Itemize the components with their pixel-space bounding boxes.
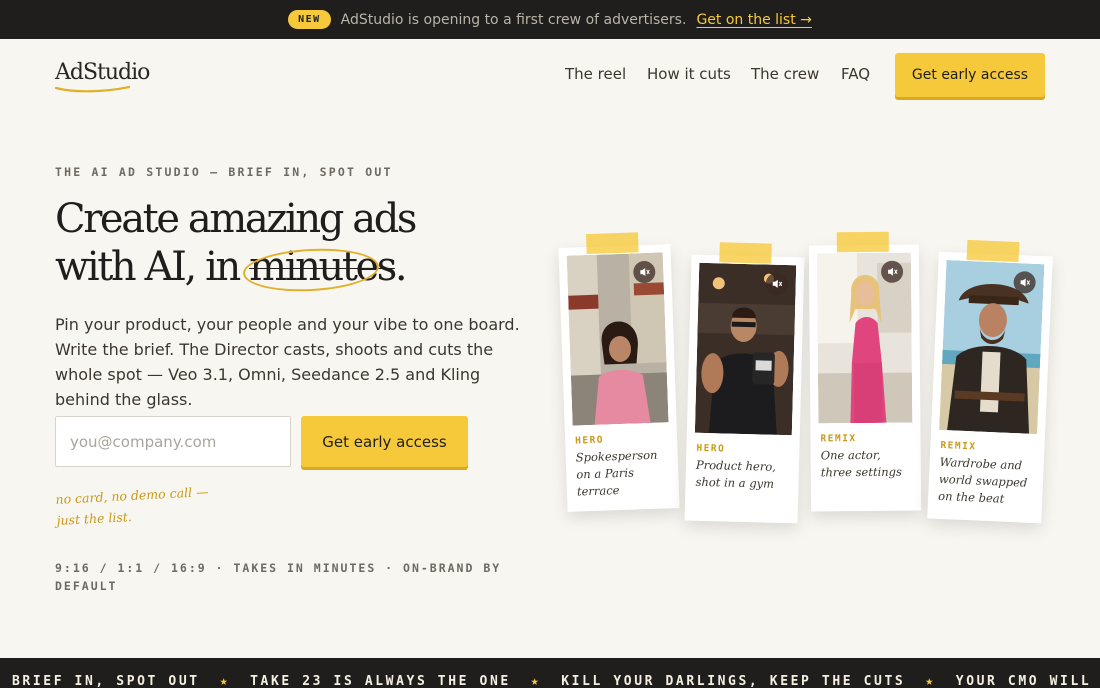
hero-headline: Create amazing ads with AI, in minutes. xyxy=(55,195,435,295)
hero-description: Pin your product, your people and your v… xyxy=(55,315,520,409)
announcement-bar: NEW AdStudio is opening to a first crew … xyxy=(0,0,1100,39)
ticker-item: YOUR CMO WILL SAY “M xyxy=(955,674,1100,688)
card-tag: HERO xyxy=(696,442,726,455)
video-card-2[interactable]: HERO Product hero, shot in a gym xyxy=(684,242,805,524)
nav-the-reel[interactable]: The reel xyxy=(565,65,626,83)
card-tag: HERO xyxy=(574,434,605,447)
logo-swoosh-icon xyxy=(55,85,131,93)
video-thumbnail[interactable] xyxy=(694,262,797,436)
video-thumbnail[interactable] xyxy=(939,259,1045,435)
card-caption: Product hero, shot in a gym xyxy=(695,457,777,491)
nav-how-it-cuts[interactable]: How it cuts xyxy=(647,65,731,83)
nav-faq[interactable]: FAQ xyxy=(841,65,870,83)
headline-line-1: Create amazing ads xyxy=(55,196,417,242)
muted-speaker-icon[interactable] xyxy=(880,260,904,283)
video-card-1[interactable]: HERO Spokesperson on a Paris terrace xyxy=(558,232,680,512)
video-card-3[interactable]: REMIX One actor, three settings xyxy=(808,231,922,512)
ticker-item: KILL YOUR DARLINGS, KEEP THE CUTS xyxy=(561,674,906,688)
hero-eyebrow: THE AI AD STUDIO — BRIEF IN, SPOT OUT xyxy=(55,165,393,179)
hero-get-early-access-button[interactable]: Get early access xyxy=(301,416,468,467)
card-tag: REMIX xyxy=(820,433,857,445)
star-icon: ★ xyxy=(219,674,231,688)
tape-strip xyxy=(966,239,1020,263)
ticker-item: BRIEF IN, SPOT OUT xyxy=(12,674,200,688)
headline-suffix: . xyxy=(394,244,408,290)
ticker-track: BRIEF IN, SPOT OUT ★ TAKE 23 IS ALWAYS THE… xyxy=(12,674,1100,688)
card-caption: Spokesperson on a Paris terrace xyxy=(575,447,658,499)
tape-strip xyxy=(836,231,889,253)
email-input[interactable] xyxy=(55,416,291,467)
video-thumbnail[interactable] xyxy=(566,252,669,426)
headline-line-2-prefix: with AI, in xyxy=(55,244,250,290)
card-tag: REMIX xyxy=(940,439,977,453)
new-badge: NEW xyxy=(288,10,331,29)
nav-the-crew[interactable]: The crew xyxy=(751,65,819,83)
header-get-early-access-button[interactable]: Get early access xyxy=(895,53,1045,97)
get-on-list-link[interactable]: Get on the list → xyxy=(696,12,811,28)
ticker-marquee: BRIEF IN, SPOT OUT ★ TAKE 23 IS ALWAYS THE… xyxy=(0,658,1100,688)
video-card-4[interactable]: REMIX Wardrobe and world swapped on the … xyxy=(927,239,1053,524)
ticker-item: TAKE 23 IS ALWAYS THE ONE xyxy=(250,674,511,688)
handwritten-note: no card, no demo call — just the list. xyxy=(55,483,209,528)
tape-strip xyxy=(719,242,772,264)
site-header: AdStudio The reel How it cuts The crew F… xyxy=(0,39,1100,109)
star-icon: ★ xyxy=(925,674,936,688)
card-caption: Wardrobe and world swapped on the beat xyxy=(937,454,1028,506)
format-specs: 9:16 / 1:1 / 16:9 · TAKES IN MINUTES · O… xyxy=(55,561,502,593)
announcement-text: AdStudio is opening to a first crew of a… xyxy=(340,11,687,28)
headline-highlight: minutes xyxy=(242,243,397,295)
card-caption: One actor, three settings xyxy=(820,447,902,480)
tape-strip xyxy=(585,232,639,255)
video-thumbnail[interactable] xyxy=(816,252,913,424)
star-icon: ★ xyxy=(530,674,542,688)
logo[interactable]: AdStudio xyxy=(55,60,150,85)
